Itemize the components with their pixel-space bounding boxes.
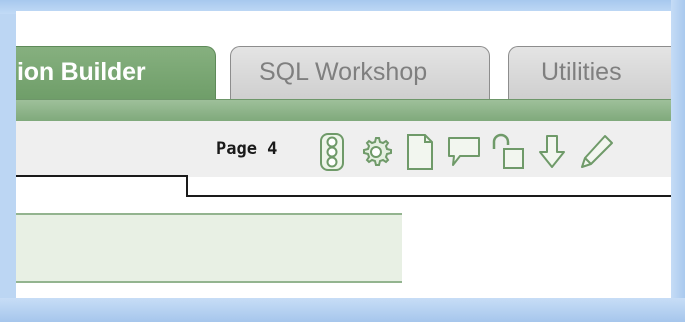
toolbar-divider: [16, 175, 188, 177]
app-window: ion Builder SQL Workshop Utilities Page …: [16, 11, 671, 298]
edit-pencil-icon[interactable]: [576, 131, 616, 173]
comment-icon[interactable]: [444, 131, 484, 173]
toolbar-divider: [186, 175, 188, 197]
tab-utilities[interactable]: Utilities: [508, 46, 671, 99]
page-region: [16, 213, 402, 283]
tab-application-builder[interactable]: ion Builder: [16, 46, 216, 99]
tab-bar-underline: [16, 99, 671, 122]
traffic-light-icon[interactable]: [312, 131, 352, 173]
tab-label: ion Builder: [17, 58, 146, 86]
new-page-icon[interactable]: [400, 131, 440, 173]
toolbar-divider: [186, 195, 671, 197]
tab-label: SQL Workshop: [259, 58, 428, 86]
desktop-backdrop-right: [671, 0, 685, 322]
toolbar-icons: [312, 131, 616, 173]
tab-label: Utilities: [541, 58, 622, 86]
desktop-backdrop-bottom: [0, 298, 685, 322]
lock-icon[interactable]: [488, 131, 528, 173]
gear-icon[interactable]: [356, 131, 396, 173]
page-number-label: Page 4: [216, 139, 278, 159]
tab-sql-workshop[interactable]: SQL Workshop: [230, 46, 490, 99]
export-arrow-icon[interactable]: [532, 131, 572, 173]
